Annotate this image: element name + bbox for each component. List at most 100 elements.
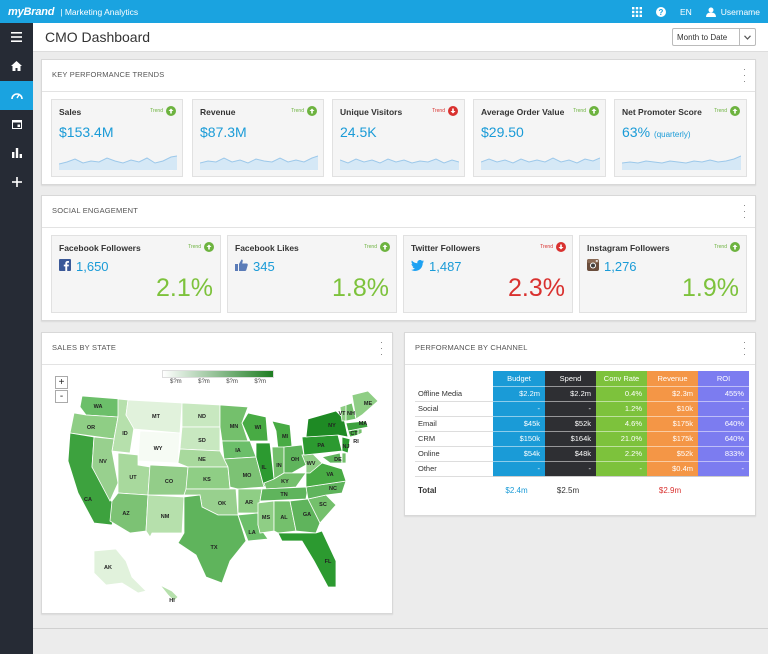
table-row[interactable]: Online $54k $48k 2.2% $52k 833% (415, 445, 749, 462)
state-label-mt: MT (152, 414, 161, 420)
kpi-card-value-group: 63% (quarterly) (622, 124, 690, 140)
state-label-co: CO (165, 479, 174, 485)
table-row[interactable]: CRM $150k $164k 21.0% $175k 640% (415, 430, 749, 447)
state-label-ms: MS (262, 515, 271, 521)
social-card-facebook-followers[interactable]: Facebook Followers Trend 1,650 2.1% (51, 235, 221, 313)
state-label-ok: OK (218, 501, 226, 507)
state-label-va: VA (326, 472, 333, 478)
divider (405, 364, 755, 365)
date-range-value: Month to Date (677, 32, 728, 42)
social-card-label: Facebook Followers (59, 243, 141, 253)
state-label-nh: NH (347, 411, 355, 417)
col-header-revenue[interactable]: Revenue (647, 371, 698, 386)
col-header-roi[interactable]: ROI (698, 371, 749, 386)
cell-spend: - (545, 460, 596, 476)
sidebar-item-add[interactable] (0, 168, 33, 197)
instagram-icon (587, 259, 599, 274)
zoom-in-button[interactable]: + (55, 376, 68, 389)
legend-label: $?m (198, 379, 210, 385)
user-icon (705, 7, 716, 17)
sidebar-item-menu[interactable] (0, 23, 33, 52)
col-header-budget[interactable]: Budget (493, 371, 545, 386)
kpi-card-value: $153.4M (59, 124, 114, 140)
map-legend: $?m $?m $?m $?m (162, 370, 274, 385)
social-card-instagram-followers[interactable]: Instagram Followers Trend 1,276 1.9% (579, 235, 747, 313)
arrow-up-icon (730, 242, 740, 252)
sales-by-state-panel: SALES BY STATE ··· + - $?m $?m $?m $?m (41, 332, 393, 614)
row-label: CRM (415, 431, 493, 447)
date-range-select[interactable]: Month to Date (672, 28, 756, 46)
kpi-card-average-order-value[interactable]: Average Order Value Trend $29.50 (473, 99, 606, 177)
state-label-ks: KS (203, 477, 211, 483)
state-label-id: ID (122, 431, 128, 437)
language-selector[interactable]: EN (680, 7, 692, 17)
trend-label: Trend (150, 108, 163, 114)
kpi-card-label: Net Promoter Score (622, 107, 702, 117)
us-map[interactable]: WA OR CA ID NV MT WY UT AZ CO NM ND SD N… (52, 391, 382, 609)
total-spend: $2.5m (545, 475, 596, 504)
table-row[interactable]: Social - - 1.2% $10k - (415, 400, 749, 417)
sidebar-item-calendar[interactable] (0, 110, 33, 139)
cell-conv-rate: - (596, 460, 647, 476)
table-row[interactable]: Other - - - $0.4m - (415, 460, 749, 477)
cell-roi: 640% (698, 415, 749, 431)
social-card-value: 345 (253, 259, 275, 274)
social-card-percent: 1.8% (332, 274, 389, 302)
gauge-icon (10, 87, 23, 105)
social-card-label: Instagram Followers (587, 243, 670, 253)
col-header-spend[interactable]: Spend (545, 371, 596, 386)
state-label-ar: AR (245, 500, 253, 506)
arrow-up-icon (307, 106, 317, 116)
user-menu[interactable]: Username (705, 7, 760, 17)
sparkline (59, 155, 177, 170)
sidebar-item-reports[interactable] (0, 139, 33, 168)
row-label: Offline Media (415, 386, 493, 402)
kpi-card-net-promoter-score[interactable]: Net Promoter Score Trend 63% (quarterly) (614, 99, 747, 177)
state-label-il: IL (262, 465, 268, 471)
trend-indicator: Trend (188, 242, 214, 252)
sidebar-item-home[interactable] (0, 52, 33, 81)
social-panel-title: SOCIAL ENGAGEMENT (52, 206, 139, 215)
table-header-empty (415, 371, 493, 386)
grid-icon[interactable] (631, 6, 642, 17)
cell-conv-rate: 0.4% (596, 385, 647, 401)
plus-icon (11, 174, 22, 192)
table-total-row: Total $2.4m $2.5m $2.9m (415, 475, 749, 504)
row-label: Online (415, 446, 493, 462)
social-card-label: Facebook Likes (235, 243, 299, 253)
divider (42, 364, 392, 365)
divider (42, 91, 755, 92)
table-row[interactable]: Offline Media $2.2m $2.2m 0.4% $2.3m 455… (415, 385, 749, 402)
cell-budget: $150k (493, 430, 545, 446)
legend-labels: $?m $?m $?m $?m (162, 378, 274, 385)
table-row[interactable]: Email $45k $52k 4.6% $175k 640% (415, 415, 749, 432)
sidebar-item-dashboard[interactable] (0, 81, 33, 110)
kpi-card-revenue[interactable]: Revenue Trend $87.3M (192, 99, 324, 177)
trend-label: Trend (188, 244, 201, 250)
state-label-sc: SC (319, 502, 327, 508)
total-conv-rate-empty (596, 475, 647, 504)
social-panel-menu-icon[interactable]: · · · (743, 201, 746, 222)
state-label-mn: MN (230, 424, 239, 430)
state-label-de: DE (334, 457, 342, 463)
col-header-conv-rate[interactable]: Conv Rate (596, 371, 647, 386)
social-card-value-group: 345 (235, 259, 275, 274)
state-label-ne: NE (198, 457, 206, 463)
footer-divider (33, 628, 768, 629)
social-card-twitter-followers[interactable]: Twitter Followers Trend 1,487 2.3% (403, 235, 573, 313)
social-card-facebook-likes[interactable]: Facebook Likes Trend 345 1.8% (227, 235, 397, 313)
cell-spend: $2.2m (545, 385, 596, 401)
total-label: Total (415, 475, 493, 504)
trend-label: Trend (432, 108, 445, 114)
legend-label: $?m (226, 379, 238, 385)
sidebar (0, 23, 33, 654)
help-icon[interactable]: ? (655, 6, 666, 17)
channel-panel-menu-icon[interactable]: · · · (743, 338, 746, 359)
kpi-card-unique-visitors[interactable]: Unique Visitors Trend 24.5K (332, 99, 465, 177)
facebook-icon (59, 259, 71, 274)
kpi-card-subtitle: (quarterly) (654, 130, 691, 139)
brand-logo[interactable]: myBrand (8, 6, 54, 18)
kpi-panel-menu-icon[interactable]: · · · (743, 65, 746, 86)
kpi-card-sales[interactable]: Sales Trend $153.4M (51, 99, 183, 177)
map-panel-menu-icon[interactable]: · · · (380, 338, 383, 359)
